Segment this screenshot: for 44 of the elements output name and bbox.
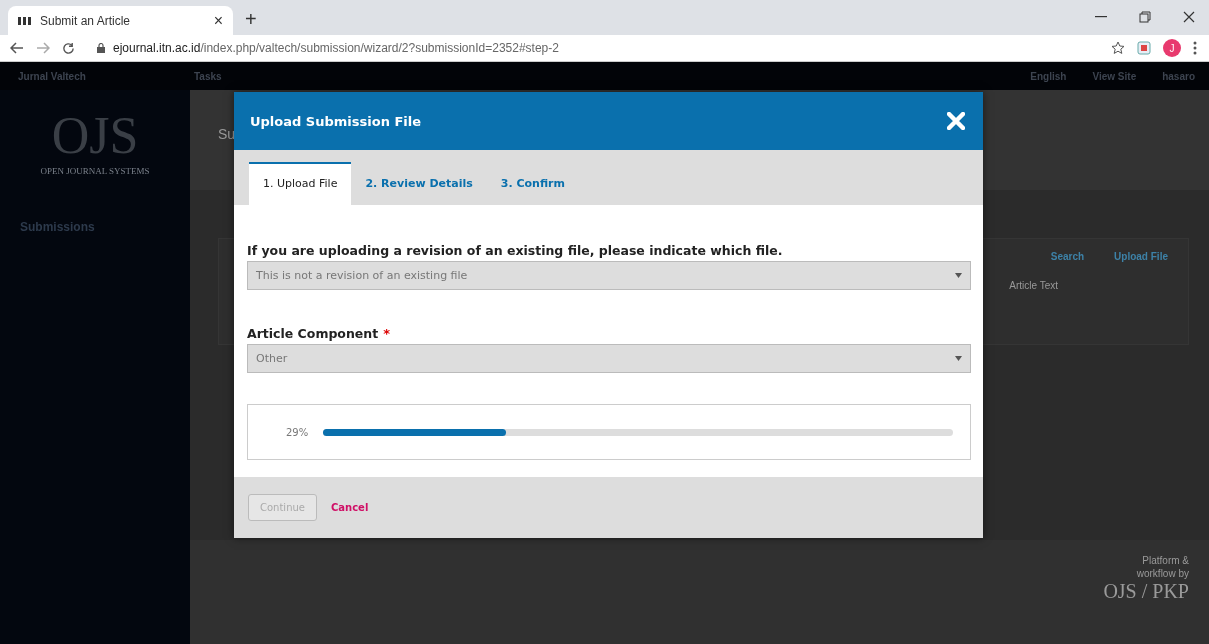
reload-icon[interactable] [62,41,75,55]
wizard-tab[interactable]: 1. Upload File [249,162,352,205]
footer-text: workflow by [1136,567,1189,580]
file-type-text: Article Text [1009,280,1058,291]
search-link[interactable]: Search [1050,251,1085,262]
site-favicon-icon [18,16,32,25]
logo-subtitle: OPEN JOURNAL SYSTEMS [40,166,150,176]
footer-text: Platform & [1142,554,1189,567]
sidebar-item[interactable]: Submissions [20,220,190,234]
lock-icon [97,43,105,53]
journal-name-link[interactable]: Jurnal Valtech [18,70,168,82]
tab-close-button[interactable]: × [213,11,223,30]
tab-title: Submit an Article [40,13,132,28]
view-site-link[interactable]: View Site [1092,70,1137,82]
star-icon[interactable] [1111,41,1125,55]
required-mark: * [383,326,390,341]
ojs-logo: OJS [51,110,139,162]
extension-icon[interactable] [1137,41,1151,55]
user-link[interactable]: hasaro [1162,70,1195,82]
back-icon[interactable] [10,42,24,54]
profile-avatar[interactable]: J [1163,39,1181,57]
menu-icon[interactable] [1193,41,1197,55]
dialog-title: Upload Submission File [250,113,422,129]
url-text: ejournal.itn.ac.id/index.php/valtech/submission/wizard/2?submissionId=2352#step-2 [113,41,559,55]
revision-select[interactable]: This is not a revision of an existing file [247,261,971,290]
wizard-tab[interactable]: 3. Confirm [486,162,579,205]
wizard-tab[interactable]: 2. Review Details [351,162,487,205]
upload-file-link[interactable]: Upload File [1114,251,1168,262]
component-select[interactable]: Other [247,344,971,373]
cancel-link[interactable]: Cancel [330,502,369,513]
page-title: Su [218,126,236,142]
restore-icon[interactable] [1139,11,1151,23]
new-tab-button[interactable]: + [245,8,257,31]
field-label: Article Component [247,326,379,341]
dropdown-caret-icon [955,356,962,361]
progress-percent: 29% [286,426,309,438]
pkp-logo: OJS / PKP [1103,580,1189,603]
dropdown-caret-icon [955,273,962,278]
tasks-link[interactable]: Tasks [194,70,222,82]
browser-tab[interactable]: Submit an Article × [8,6,233,35]
language-link[interactable]: English [1030,70,1067,82]
close-icon[interactable] [1183,11,1195,23]
minimize-icon[interactable] [1095,16,1107,18]
field-label: If you are uploading a revision of an existing file, please indicate which file. [247,243,784,258]
